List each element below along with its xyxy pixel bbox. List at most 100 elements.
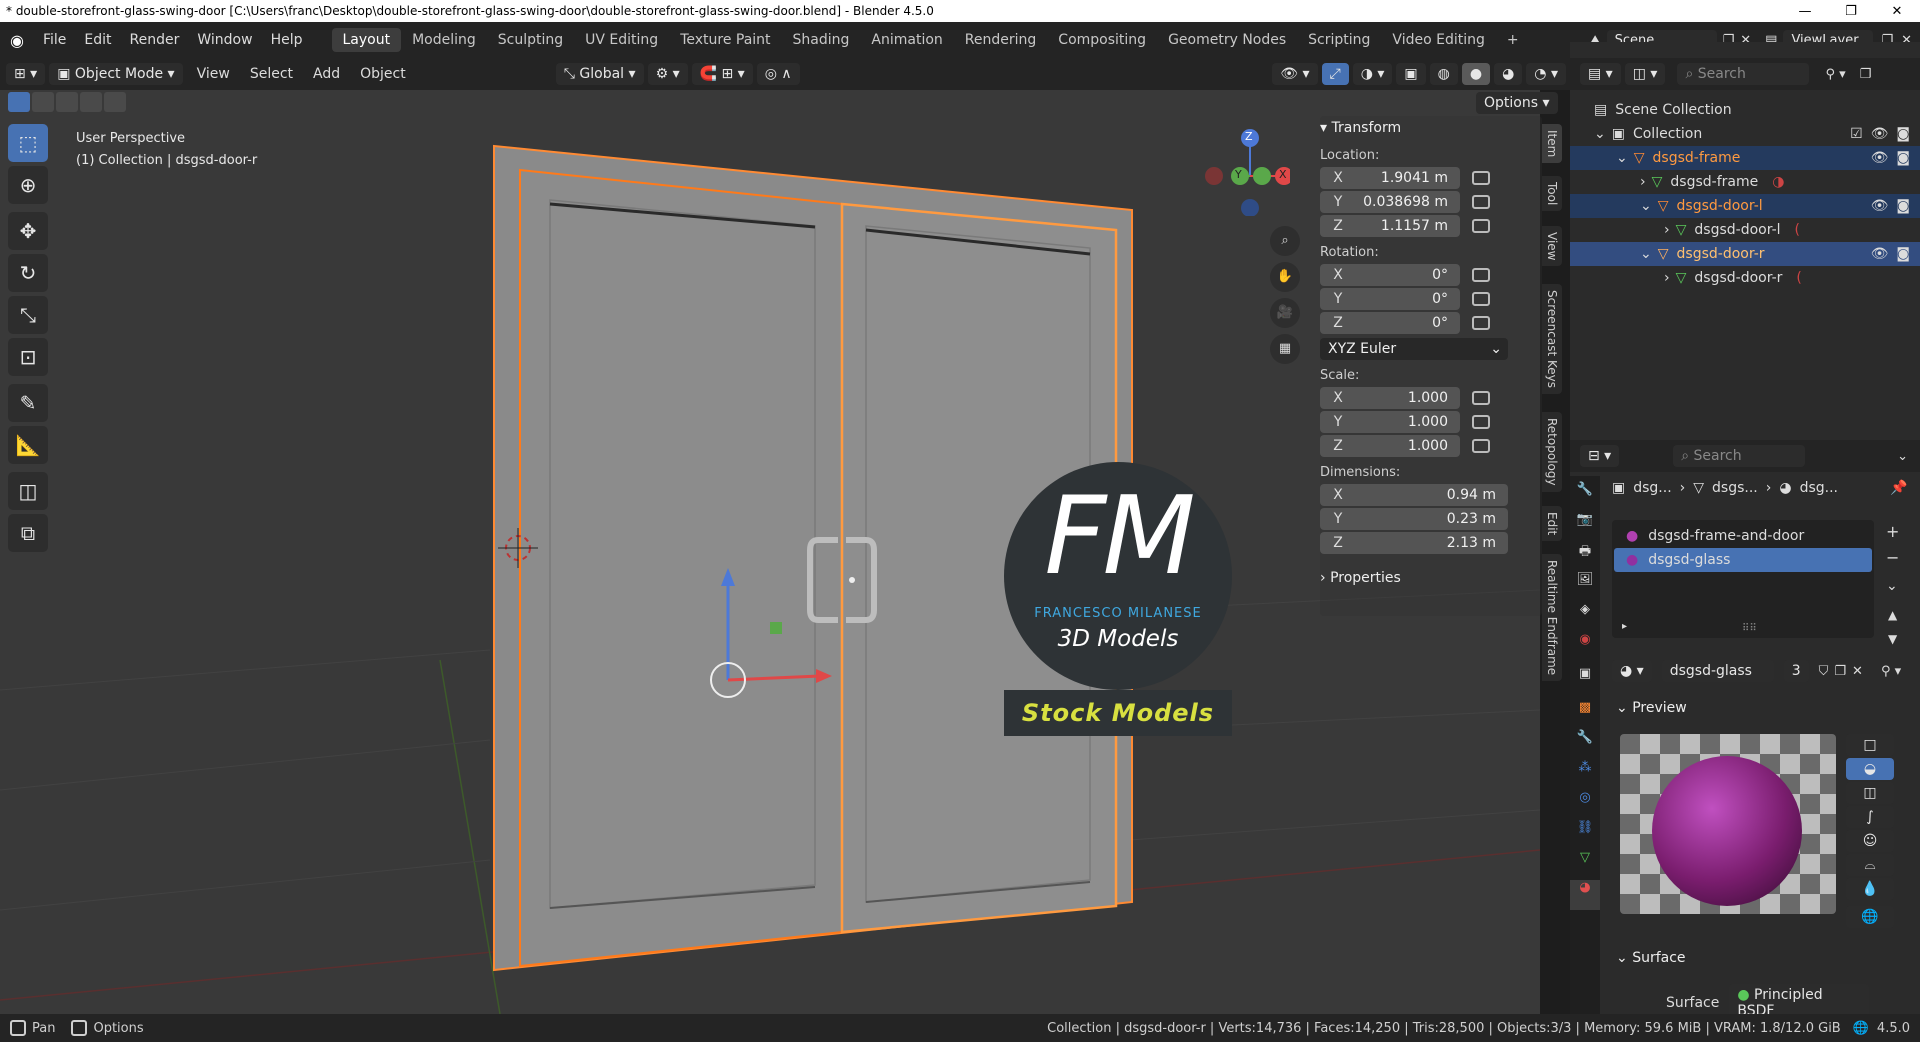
object-tab-icon[interactable]: ▩ (1570, 700, 1600, 730)
eye-icon[interactable]: 👁 (1871, 150, 1889, 166)
scene-tab-icon[interactable]: ◈ (1570, 602, 1600, 632)
output-tab-icon[interactable]: 🖶 (1570, 542, 1600, 572)
maximize-button[interactable]: ❐ (1828, 4, 1874, 19)
navigation-gizmo[interactable]: Z X Y (1200, 126, 1293, 217)
rotation-z-field[interactable]: Z 0° (1320, 312, 1490, 334)
scene-collection-row[interactable]: ▤ Scene Collection (1570, 98, 1920, 122)
tab-layout[interactable]: Layout (331, 28, 402, 52)
transform-tool[interactable]: ⊡ (8, 338, 48, 376)
surface-panel-header[interactable]: ⌄ Surface (1616, 950, 1686, 966)
eye-icon[interactable]: 👁 (1871, 198, 1889, 214)
menu-edit[interactable]: Edit (75, 32, 120, 48)
extrude-tool[interactable]: ⧉ (8, 514, 48, 552)
pin-icon[interactable]: 📌 (1890, 480, 1907, 496)
material-name-field[interactable]: dsgsd-glass (1661, 660, 1774, 682)
tool-settings-tab-icon[interactable]: 🔧 (1570, 482, 1600, 512)
menu-add[interactable]: Add (303, 66, 350, 82)
outliner-editor-type-button[interactable]: ▤ ▾ (1580, 63, 1621, 85)
add-workspace-button[interactable]: + (1496, 28, 1530, 52)
location-z-field[interactable]: Z 1.1157 m (1320, 215, 1490, 237)
rotation-y-field[interactable]: Y 0° (1320, 288, 1490, 310)
move-tool[interactable]: ✥ (8, 212, 48, 250)
material-tab-icon[interactable]: ◕ (1570, 880, 1600, 910)
data-tab-icon[interactable]: ▽ (1570, 850, 1600, 880)
preview-panel-header[interactable]: ⌄ Preview (1616, 700, 1687, 716)
outliner-mesh-row[interactable]: › ▽ dsgsd-door-l( (1570, 218, 1920, 242)
lock-icon[interactable] (1472, 415, 1490, 429)
lock-icon[interactable] (1472, 316, 1490, 330)
tab-geometry-nodes[interactable]: Geometry Nodes (1157, 28, 1297, 52)
add-slot-button[interactable]: + (1886, 522, 1899, 541)
outliner-mesh-row[interactable]: › ▽ dsgsd-door-r( (1570, 266, 1920, 290)
menu-file[interactable]: File (34, 32, 75, 48)
dimension-z-field[interactable]: Z 2.13 m (1320, 532, 1508, 554)
preview-hair-icon[interactable]: ∫ (1846, 806, 1894, 828)
tab-shading[interactable]: Shading (782, 28, 861, 52)
proportional-edit-icon[interactable]: ◎ ∧ (756, 63, 800, 85)
list-resize-handle[interactable]: ⠿⠿ (1742, 623, 1757, 634)
modifiers-tab-icon[interactable]: 🔧 (1570, 730, 1600, 760)
select-subtract-icon[interactable] (56, 92, 78, 112)
tab-screencast-keys[interactable]: Screencast Keys (1542, 284, 1562, 394)
xray-icon[interactable]: ▣ (1396, 63, 1426, 85)
material-slot-row[interactable]: ● dsgsd-frame-and-door (1614, 524, 1872, 548)
menu-window[interactable]: Window (188, 32, 261, 48)
mode-dropdown[interactable]: ▣ Object Mode ▾ (49, 63, 183, 85)
scale-y-field[interactable]: Y 1.000 (1320, 411, 1490, 433)
location-y-field[interactable]: Y 0.038698 m (1320, 191, 1490, 213)
lock-icon[interactable] (1472, 391, 1490, 405)
preview-world-icon[interactable]: 🌐 (1846, 906, 1894, 928)
location-x-field[interactable]: X 1.9041 m (1320, 167, 1490, 189)
preview-cloth-icon[interactable]: ⌓ (1846, 854, 1894, 876)
rotate-tool[interactable]: ↻ (8, 254, 48, 292)
overlays-icon[interactable]: ◑ ▾ (1352, 63, 1393, 85)
tab-retopology[interactable]: Retopology (1542, 412, 1562, 492)
tab-rendering[interactable]: Rendering (954, 28, 1048, 52)
blender-logo-icon[interactable]: ◉ (0, 31, 34, 50)
camera-icon[interactable]: ◙ (1896, 126, 1910, 142)
select-intersect-icon[interactable] (104, 92, 126, 112)
select-extend-icon[interactable] (32, 92, 54, 112)
view-layer-tab-icon[interactable]: 🖼 (1570, 572, 1600, 602)
dimension-x-field[interactable]: X 0.94 m (1320, 484, 1508, 506)
tab-modeling[interactable]: Modeling (401, 28, 487, 52)
eye-icon[interactable]: 👁 (1871, 126, 1889, 142)
snap-icon[interactable]: 🧲 ⊞ ▾ (691, 63, 753, 85)
camera-icon[interactable]: ◙ (1896, 150, 1910, 166)
shading-material-icon[interactable]: ◕ (1494, 63, 1523, 85)
add-cube-tool[interactable]: ◫ (8, 472, 48, 510)
menu-view[interactable]: View (187, 66, 240, 82)
menu-select[interactable]: Select (240, 66, 303, 82)
outliner-object-row[interactable]: ⌄ ▽ dsgsd-door-l 👁 ◙ (1570, 194, 1920, 218)
preview-cube-icon[interactable]: ◫ (1846, 782, 1894, 804)
collection-tab-icon[interactable]: ▣ (1570, 666, 1600, 700)
tab-realtime-endframe[interactable]: Realtime Endframe (1542, 554, 1562, 682)
user-count[interactable]: 3 (1783, 660, 1809, 682)
select-new-icon[interactable] (8, 92, 30, 112)
outliner-mesh-row[interactable]: › ▽ dsgsd-frame ◑ (1570, 170, 1920, 194)
new-collection-icon[interactable]: ❐ (1860, 67, 1872, 82)
scale-tool[interactable]: ⤡ (8, 296, 48, 334)
move-slot-up-icon[interactable]: ▲ (1888, 608, 1897, 622)
expand-arrow-icon[interactable]: › (1640, 174, 1646, 190)
visibility-icon[interactable]: 👁 ▾ (1272, 63, 1318, 85)
measure-tool[interactable]: 📐 (8, 426, 48, 464)
lock-icon[interactable] (1472, 292, 1490, 306)
expand-arrow-icon[interactable]: ⌄ (1616, 150, 1628, 166)
lock-icon[interactable] (1472, 268, 1490, 282)
preview-monkey-icon[interactable]: ☺ (1846, 830, 1894, 852)
preview-sphere-icon[interactable]: ◒ (1846, 758, 1894, 780)
rotation-x-field[interactable]: X 0° (1320, 264, 1490, 286)
tab-edit[interactable]: Edit (1542, 506, 1562, 542)
physics-tab-icon[interactable]: ◎ (1570, 790, 1600, 820)
expand-arrow-icon[interactable]: › (1664, 270, 1670, 286)
remove-slot-button[interactable]: − (1886, 548, 1899, 567)
display-mode-button[interactable]: ◫ ▾ (1624, 63, 1666, 85)
tab-uv-editing[interactable]: UV Editing (574, 28, 669, 52)
minimize-button[interactable]: — (1782, 4, 1828, 19)
expand-arrow-icon[interactable]: ⌄ (1640, 198, 1652, 214)
tab-tool[interactable]: Tool (1542, 176, 1562, 212)
shading-wireframe-icon[interactable]: ◍ (1429, 63, 1458, 85)
outliner-object-row-active[interactable]: ⌄ ▽ dsgsd-door-r 👁 ◙ (1570, 242, 1920, 266)
camera-icon[interactable]: ◙ (1896, 198, 1910, 214)
